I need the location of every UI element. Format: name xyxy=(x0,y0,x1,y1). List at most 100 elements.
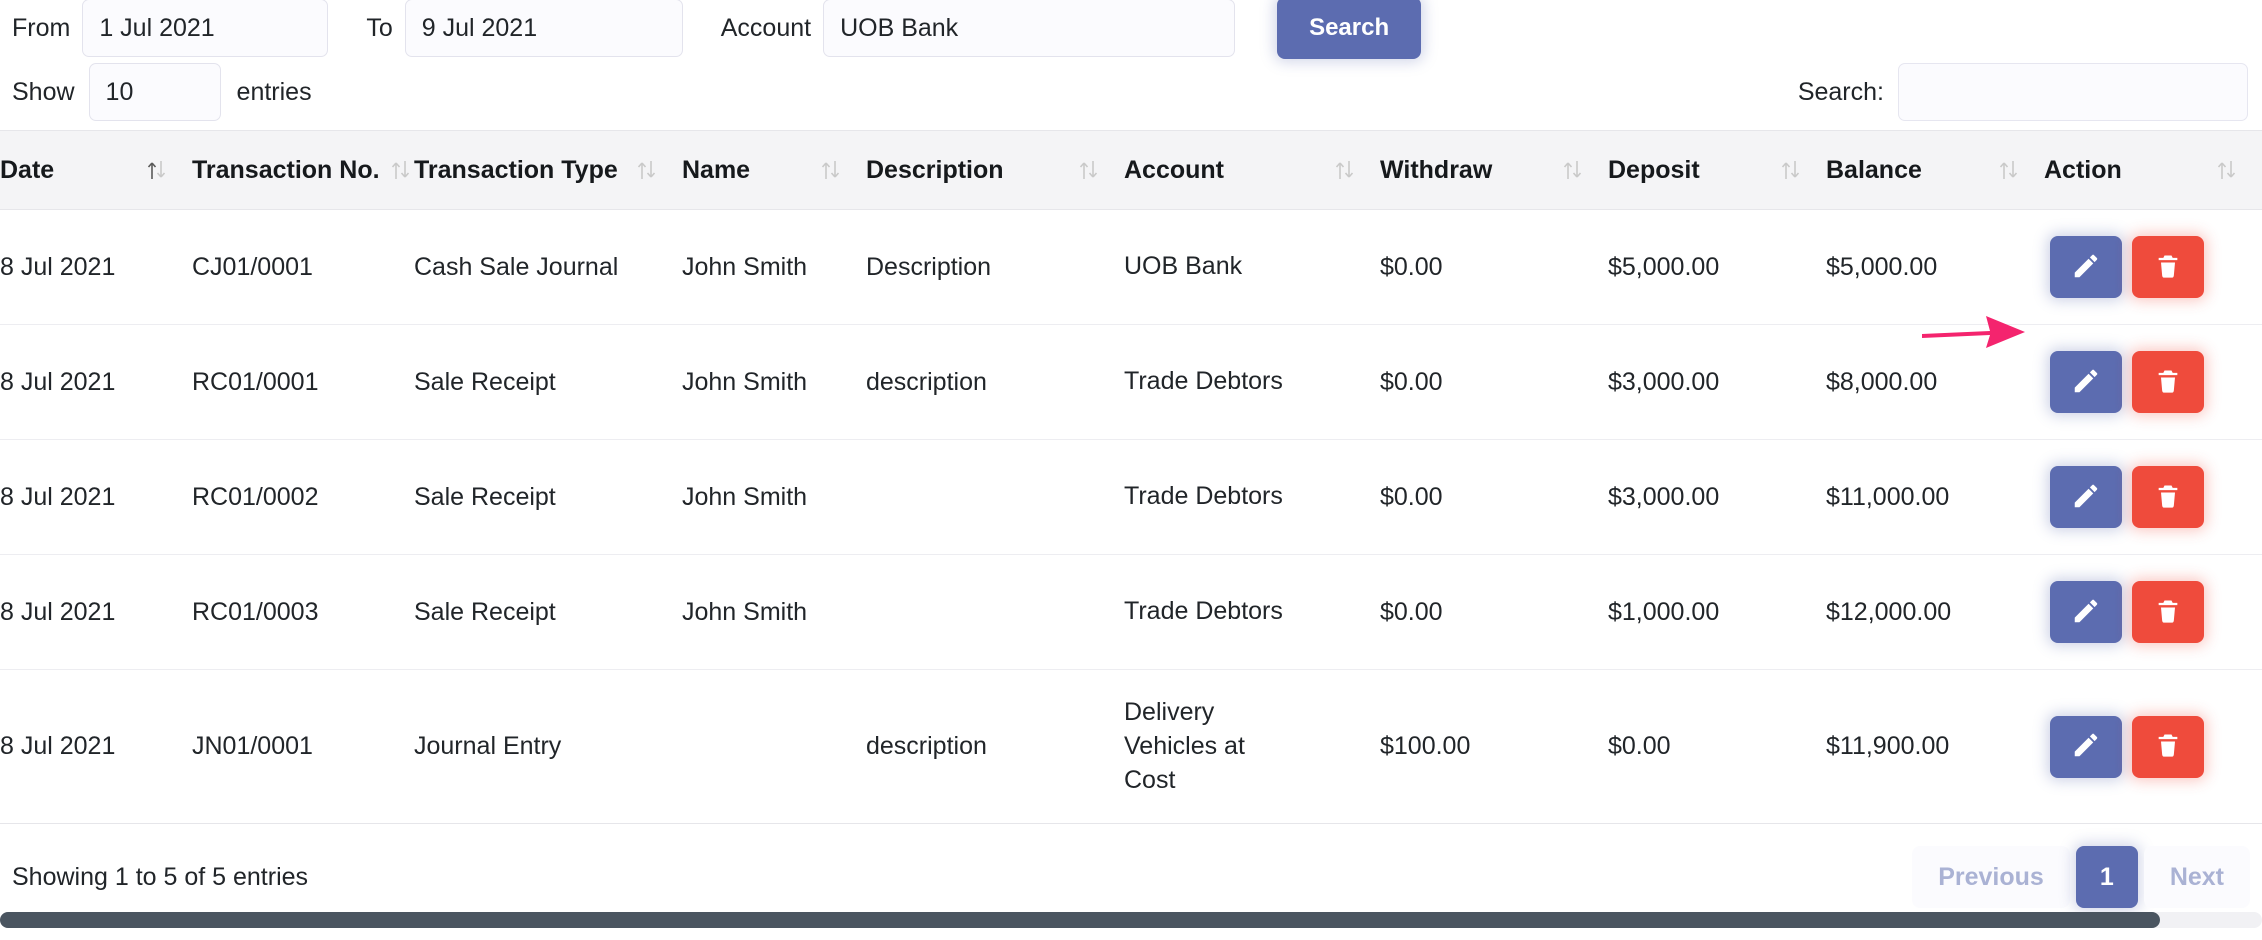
table-body: 8 Jul 2021 CJ01/0001 Cash Sale Journal J… xyxy=(0,209,2262,825)
delete-button[interactable] xyxy=(2132,581,2204,643)
column-header-name[interactable]: Name xyxy=(682,131,866,210)
row-actions xyxy=(2044,466,2262,528)
from-date-input[interactable] xyxy=(82,0,329,57)
cell-balance: $11,900.00 xyxy=(1826,669,2044,825)
filter-bar: From To Account Search xyxy=(0,0,2262,59)
sort-icon[interactable] xyxy=(1078,155,1098,185)
sort-icon[interactable] xyxy=(1780,155,1800,185)
cell-withdraw: $100.00 xyxy=(1380,669,1608,825)
cell-description: description xyxy=(866,669,1124,825)
pencil-icon xyxy=(2071,596,2101,629)
cell-transaction-no: JN01/0001 xyxy=(192,669,414,825)
cell-transaction-no: RC01/0002 xyxy=(192,439,414,555)
cell-action xyxy=(2044,554,2262,670)
table-row[interactable]: 8 Jul 2021 JN01/0001 Journal Entry descr… xyxy=(0,669,2262,825)
cell-account-text: Trade Debtors xyxy=(1124,597,1283,626)
cell-account: Trade Debtors xyxy=(1124,439,1380,555)
column-header-transaction-no[interactable]: Transaction No. xyxy=(192,131,414,210)
cell-action xyxy=(2044,439,2262,555)
cell-withdraw: $0.00 xyxy=(1380,209,1608,325)
pagination: Previous 1 Next xyxy=(1912,846,2250,909)
pencil-icon xyxy=(2071,366,2101,399)
account-input[interactable] xyxy=(823,0,1236,57)
column-header-account-label: Account xyxy=(1124,155,1224,184)
cell-deposit: $5,000.00 xyxy=(1608,209,1826,325)
trash-icon xyxy=(2154,252,2182,283)
pagination-previous[interactable]: Previous xyxy=(1912,846,2070,909)
table-footer: Showing 1 to 5 of 5 entries Previous 1 N… xyxy=(0,824,2262,909)
column-header-action[interactable]: Action xyxy=(2044,131,2262,210)
cell-description: description xyxy=(866,324,1124,440)
column-header-deposit-label: Deposit xyxy=(1608,155,1700,184)
edit-button[interactable] xyxy=(2050,715,2122,778)
table-search-input[interactable] xyxy=(1898,63,2248,121)
table-row[interactable]: 8 Jul 2021 CJ01/0001 Cash Sale Journal J… xyxy=(0,209,2262,325)
column-header-description[interactable]: Description xyxy=(866,131,1124,210)
cell-balance: $12,000.00 xyxy=(1826,554,2044,670)
sort-icon[interactable] xyxy=(1334,155,1354,185)
edit-button[interactable] xyxy=(2050,466,2122,528)
cell-balance: $11,000.00 xyxy=(1826,439,2044,555)
cell-transaction-type: Sale Receipt xyxy=(414,439,682,555)
table-row[interactable]: 8 Jul 2021 RC01/0003 Sale Receipt John S… xyxy=(0,554,2262,670)
edit-button[interactable] xyxy=(2050,581,2122,643)
cell-transaction-type: Journal Entry xyxy=(414,669,682,825)
column-header-date[interactable]: Date xyxy=(0,131,192,210)
column-header-withdraw-label: Withdraw xyxy=(1380,155,1493,184)
column-header-withdraw[interactable]: Withdraw xyxy=(1380,131,1608,210)
column-header-account[interactable]: Account xyxy=(1124,131,1380,210)
delete-button[interactable] xyxy=(2132,466,2204,528)
entries-length-input[interactable] xyxy=(88,63,221,121)
entries-length-group: Show entries xyxy=(12,63,326,121)
cell-balance: $8,000.00 xyxy=(1826,324,2044,440)
table-search-group: Search: xyxy=(1798,63,2248,121)
edit-button[interactable] xyxy=(2050,351,2122,413)
horizontal-scrollbar[interactable] xyxy=(0,912,2262,928)
cell-transaction-type: Sale Receipt xyxy=(414,324,682,440)
sort-icon[interactable] xyxy=(1998,155,2018,185)
trash-icon xyxy=(2154,731,2182,762)
sort-icon[interactable] xyxy=(2216,155,2236,185)
cell-withdraw: $0.00 xyxy=(1380,324,1608,440)
delete-button[interactable] xyxy=(2132,236,2204,298)
column-header-balance[interactable]: Balance xyxy=(1826,131,2044,210)
scrollbar-thumb[interactable] xyxy=(0,912,2160,928)
column-header-transaction-no-label: Transaction No. xyxy=(192,155,380,184)
sort-icon[interactable] xyxy=(820,155,840,185)
cell-transaction-type: Cash Sale Journal xyxy=(414,209,682,325)
to-date-input[interactable] xyxy=(404,0,683,57)
table-header-row: Date Transaction No. Transaction Type Na… xyxy=(0,130,2262,210)
to-label: To xyxy=(366,13,393,42)
column-header-balance-label: Balance xyxy=(1826,155,1922,184)
delete-button[interactable] xyxy=(2132,351,2204,413)
column-header-deposit[interactable]: Deposit xyxy=(1608,131,1826,210)
cell-balance: $5,000.00 xyxy=(1826,209,2044,325)
sort-icon[interactable] xyxy=(390,155,410,185)
cell-account: UOB Bank xyxy=(1124,209,1380,325)
table-row[interactable]: 8 Jul 2021 RC01/0002 Sale Receipt John S… xyxy=(0,439,2262,555)
transactions-table: Date Transaction No. Transaction Type Na… xyxy=(0,130,2262,825)
edit-button[interactable] xyxy=(2050,236,2122,298)
sort-icon[interactable] xyxy=(146,155,166,185)
cell-name: John Smith xyxy=(682,439,866,555)
sort-icon[interactable] xyxy=(636,155,656,185)
pagination-page-1[interactable]: 1 xyxy=(2075,846,2138,909)
table-row[interactable]: 8 Jul 2021 RC01/0001 Sale Receipt John S… xyxy=(0,324,2262,440)
column-header-transaction-type-label: Transaction Type xyxy=(414,155,618,184)
column-header-transaction-type[interactable]: Transaction Type xyxy=(414,131,682,210)
row-actions xyxy=(2044,236,2262,298)
cell-withdraw: $0.00 xyxy=(1380,439,1608,555)
trash-icon xyxy=(2154,482,2182,513)
cell-transaction-type: Sale Receipt xyxy=(414,554,682,670)
table-controls: Show entries Search: xyxy=(0,52,2262,130)
cell-deposit: $1,000.00 xyxy=(1608,554,1826,670)
column-header-name-label: Name xyxy=(682,155,751,184)
sort-icon[interactable] xyxy=(1562,155,1582,185)
column-header-date-label: Date xyxy=(0,155,55,184)
trash-icon xyxy=(2154,597,2182,628)
pagination-next[interactable]: Next xyxy=(2143,846,2250,909)
search-button[interactable]: Search xyxy=(1277,0,1422,59)
transactions-table-wrapper: Date Transaction No. Transaction Type Na… xyxy=(0,130,2262,825)
delete-button[interactable] xyxy=(2132,715,2204,778)
from-label: From xyxy=(12,13,71,42)
